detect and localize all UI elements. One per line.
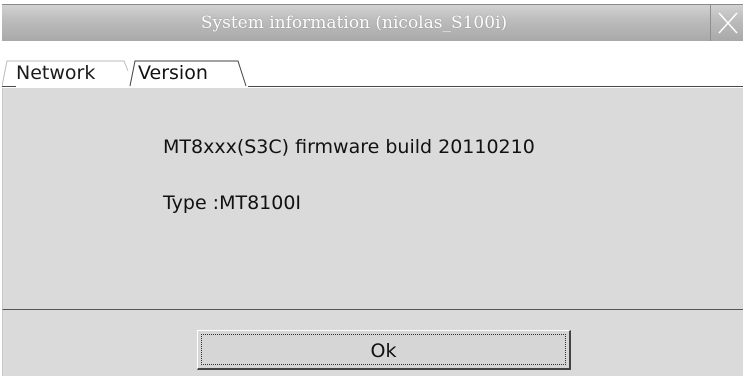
tab-network[interactable]: Network	[16, 59, 126, 88]
tab-baseline	[248, 86, 743, 87]
ok-button[interactable]: Ok	[197, 330, 571, 370]
close-button[interactable]	[710, 5, 743, 41]
window-title: System information (nicolas_S100i)	[200, 13, 508, 33]
tab-baseline-left	[2, 86, 16, 87]
title-bar[interactable]: System information (nicolas_S100i)	[2, 4, 743, 42]
system-information-dialog: System information (nicolas_S100i) Netwo…	[0, 0, 743, 376]
ok-button-label: Ok	[201, 334, 566, 365]
version-panel: MT8xxx(S3C) firmware build 20110210 Type…	[2, 88, 743, 310]
tab-bar: Network Version	[2, 41, 743, 88]
firmware-build-text: MT8xxx(S3C) firmware build 20110210	[163, 136, 535, 158]
device-type-text: Type :MT8100I	[163, 192, 302, 214]
tab-version[interactable]: Version	[138, 59, 248, 88]
close-icon	[718, 12, 738, 34]
dialog-footer: Ok	[2, 310, 743, 376]
